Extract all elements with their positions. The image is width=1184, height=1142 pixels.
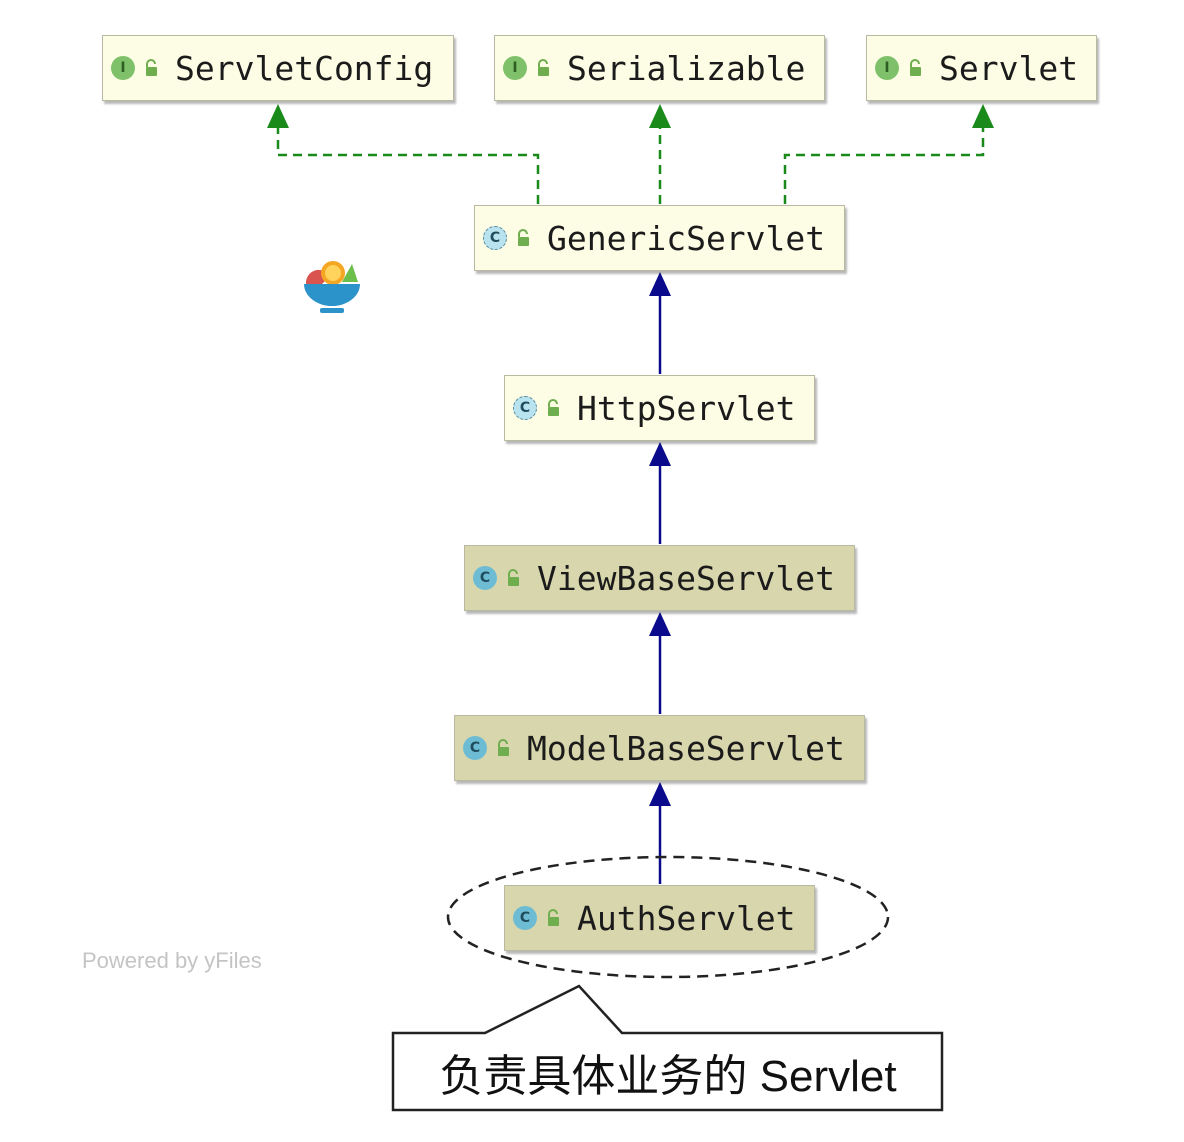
- implements-arrowhead: [972, 104, 994, 128]
- node-label: Serializable: [567, 48, 806, 88]
- interface-icon: I: [503, 56, 527, 80]
- fruit-bowl-logo-icon: [304, 261, 360, 313]
- class-icon: C: [513, 906, 537, 930]
- node-label: ViewBaseServlet: [537, 558, 836, 598]
- node-generic-servlet[interactable]: C GenericServlet: [474, 205, 845, 271]
- implements-arrowhead: [649, 104, 671, 128]
- node-serializable[interactable]: I Serializable: [494, 35, 825, 101]
- lock-icon: [498, 739, 509, 756]
- node-label: Servlet: [939, 48, 1079, 88]
- node-label: GenericServlet: [547, 218, 826, 258]
- node-http-servlet[interactable]: C HttpServlet: [504, 375, 815, 441]
- abstract-class-icon: C: [483, 226, 507, 250]
- lock-icon: [518, 229, 529, 246]
- interface-icon: I: [111, 56, 135, 80]
- watermark-text: Powered by yFiles: [82, 948, 262, 973]
- class-icon: C: [473, 566, 497, 590]
- implements-edge: [276, 126, 540, 204]
- extends-arrowhead: [649, 782, 671, 806]
- node-servlet-config[interactable]: I ServletConfig: [102, 35, 454, 101]
- lock-icon: [146, 59, 157, 76]
- extends-arrowhead: [649, 272, 671, 296]
- callout-label: 负责具体业务的 Servlet: [439, 1052, 897, 1101]
- node-servlet[interactable]: I Servlet: [866, 35, 1097, 101]
- uml-class-diagram: I ServletConfig I Serializable I Servlet…: [0, 0, 1184, 1142]
- lock-icon: [548, 909, 559, 926]
- node-auth-servlet[interactable]: C AuthServlet: [504, 885, 815, 951]
- lock-icon: [548, 399, 559, 416]
- implements-edge: [783, 126, 985, 204]
- abstract-class-icon: C: [513, 396, 537, 420]
- lock-icon: [508, 569, 519, 586]
- interface-icon: I: [875, 56, 899, 80]
- extends-arrowhead: [649, 612, 671, 636]
- node-model-base-servlet[interactable]: C ModelBaseServlet: [454, 715, 865, 781]
- node-label: ModelBaseServlet: [527, 728, 845, 768]
- node-label: HttpServlet: [577, 388, 796, 428]
- extends-arrowhead: [649, 442, 671, 466]
- implements-arrowhead: [267, 104, 289, 128]
- node-label: ServletConfig: [175, 48, 434, 88]
- lock-icon: [538, 59, 549, 76]
- node-label: AuthServlet: [577, 898, 796, 938]
- class-icon: C: [463, 736, 487, 760]
- node-view-base-servlet[interactable]: C ViewBaseServlet: [464, 545, 855, 611]
- lock-icon: [910, 59, 921, 76]
